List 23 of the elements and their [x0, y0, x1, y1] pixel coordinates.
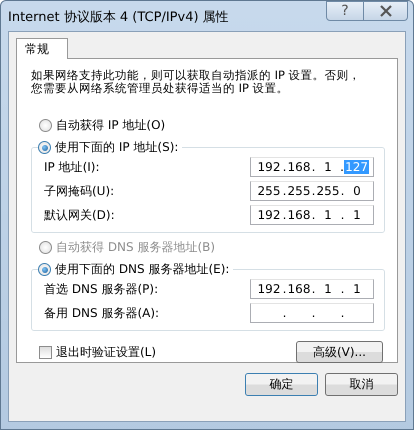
dialog-button[interactable]: 取消 [325, 373, 398, 396]
ip-address-field[interactable]: 255 .255.255. 0 [250, 181, 374, 201]
ip-address-field[interactable]: . . . [250, 303, 374, 323]
description-text: 如果网络支持此功能，则可以获取自动指派的 IP 设置。否则， [31, 69, 361, 82]
dialog-button[interactable]: 确定 [245, 373, 318, 396]
radio-option[interactable]: 使用下面的 IP 地址(S): [38, 139, 182, 156]
field-label: 备用 DNS 服务器(A): [44, 304, 160, 322]
field-label: IP 地址(I): [44, 158, 100, 176]
description-text: 您需要从网络系统管理员处获得适当的 IP 设置。 [31, 82, 289, 95]
ip-address-field[interactable]: 192 .168. 1 . 1 [250, 205, 374, 225]
advanced-button[interactable]: 高级(V)... [296, 341, 383, 363]
field-label: 默认网关(D): [44, 206, 115, 224]
tab[interactable]: 常规 [16, 38, 68, 59]
ip-address-field[interactable]: 192 .168. 1 . 1 [250, 279, 374, 299]
help-button[interactable]: ? [326, 1, 364, 21]
close-icon [378, 5, 392, 17]
field-label: 首选 DNS 服务器(P): [44, 280, 158, 298]
close-button[interactable] [364, 1, 408, 21]
radio-option[interactable]: 使用下面的 DNS 服务器地址(E): [38, 261, 234, 278]
ip-address-field[interactable]: 192 .168. 1 .127 [250, 157, 374, 177]
checkbox-option[interactable]: 退出时验证设置(L) [31, 344, 156, 360]
field-label: 子网掩码(U): [44, 182, 114, 200]
window-title: Internet 协议版本 4 (TCP/IPv4) 属性 [8, 9, 229, 26]
